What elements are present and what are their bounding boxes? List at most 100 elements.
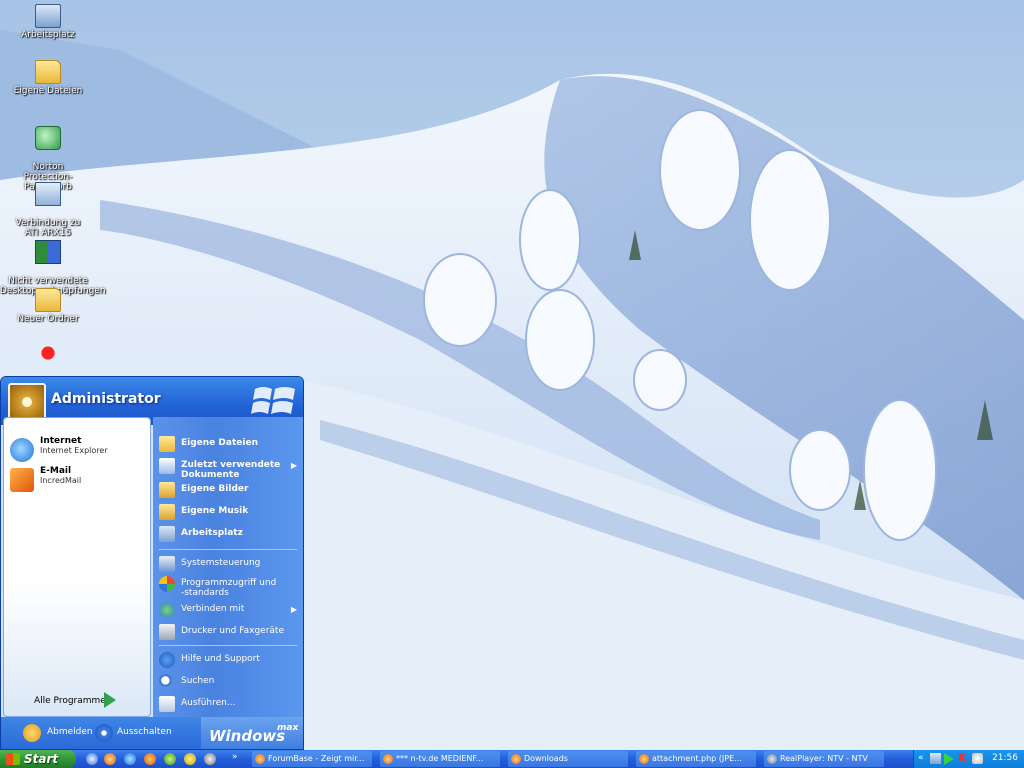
program-access-icon bbox=[159, 576, 175, 592]
start-button[interactable]: Start bbox=[0, 750, 76, 768]
start-menu-places-panel: Eigene Dateien Zuletzt verwendete Dokume… bbox=[153, 417, 303, 717]
pinned-subtitle: Internet Explorer bbox=[40, 446, 108, 455]
firefox-icon bbox=[639, 754, 649, 764]
red-splat-icon bbox=[36, 342, 60, 364]
task-label: Downloads bbox=[524, 754, 568, 763]
control-panel-icon bbox=[159, 556, 175, 572]
desktop-icon-label: Neuer Ordner bbox=[17, 314, 79, 324]
desktop-icon-label: Arbeitsplatz bbox=[21, 30, 75, 40]
user-name: Administrator bbox=[51, 391, 161, 407]
tray-k-icon[interactable]: K bbox=[958, 751, 969, 764]
taskbar: Start » ForumBase - Zeigt mir... *** n-t… bbox=[0, 750, 1024, 768]
menu-item-label: Hilfe und Support bbox=[181, 654, 260, 664]
menu-item-connect-to[interactable]: Verbinden mit ▶ bbox=[159, 601, 303, 621]
quicklaunch-overflow-chevron-icon[interactable]: » bbox=[232, 752, 238, 762]
tray-volume-icon[interactable] bbox=[972, 753, 983, 764]
menu-item-control-panel[interactable]: Systemsteuerung bbox=[159, 555, 303, 575]
quicklaunch-firefox-icon[interactable] bbox=[104, 753, 116, 765]
pinned-subtitle: IncredMail bbox=[40, 476, 82, 485]
shutdown-button[interactable]: Ausschalten bbox=[117, 727, 172, 737]
menu-item-label: Eigene Dateien bbox=[181, 438, 258, 448]
task-button-downloads[interactable]: Downloads bbox=[508, 751, 628, 767]
power-icon[interactable] bbox=[95, 724, 113, 742]
windows-flag-icon bbox=[251, 387, 295, 414]
task-label: *** n-tv.de MEDIENF... bbox=[396, 754, 484, 763]
menu-item-my-music[interactable]: Eigene Musik bbox=[159, 503, 303, 523]
task-label: attachment.php (JPE... bbox=[652, 754, 742, 763]
logoff-icon[interactable] bbox=[23, 724, 41, 742]
tray-expand-chevron-icon[interactable]: « bbox=[918, 753, 929, 764]
my-documents-icon bbox=[159, 436, 175, 452]
desktop-cleanup-icon bbox=[35, 240, 61, 264]
menu-item-label: Drucker und Faxgeräte bbox=[181, 626, 284, 636]
quicklaunch-media-icon[interactable] bbox=[184, 753, 196, 765]
tray-network-icon[interactable] bbox=[930, 753, 941, 764]
menu-item-label: Verbinden mit bbox=[181, 604, 245, 614]
quicklaunch-ie-icon[interactable] bbox=[124, 753, 136, 765]
menu-item-run[interactable]: Ausführen... bbox=[159, 695, 303, 715]
menu-item-search[interactable]: Suchen bbox=[159, 673, 303, 693]
realplayer-icon bbox=[767, 754, 777, 764]
windows-flag-icon bbox=[6, 753, 20, 765]
my-pictures-icon bbox=[159, 482, 175, 498]
menu-item-my-computer[interactable]: Arbeitsplatz bbox=[159, 525, 303, 545]
task-button-realplayer[interactable]: RealPlayer: NTV - NTV bbox=[764, 751, 884, 767]
user-avatar[interactable] bbox=[8, 383, 46, 421]
desktop-icon-my-documents[interactable]: Eigene Dateien bbox=[0, 60, 96, 96]
task-button-attachment[interactable]: attachment.php (JPE... bbox=[636, 751, 756, 767]
pinned-title: E-Mail bbox=[40, 466, 72, 476]
submenu-arrow-icon: ▶ bbox=[290, 605, 297, 614]
help-icon bbox=[159, 652, 175, 668]
all-programs-arrow-icon[interactable] bbox=[104, 692, 116, 708]
brand-suffix: max bbox=[277, 723, 299, 733]
start-label: Start bbox=[24, 752, 59, 766]
menu-item-program-access[interactable]: Programmzugriff und -standards bbox=[159, 575, 303, 599]
pinned-email[interactable]: E-Mail IncredMail bbox=[10, 466, 146, 496]
quicklaunch-explorer-icon[interactable] bbox=[86, 753, 98, 765]
tray-play-icon[interactable] bbox=[944, 753, 954, 765]
logoff-button[interactable]: Abmelden bbox=[47, 727, 93, 737]
menu-separator bbox=[159, 645, 297, 646]
menu-item-label: Arbeitsplatz bbox=[181, 528, 243, 538]
quicklaunch-app-icon[interactable] bbox=[164, 753, 176, 765]
menu-item-label: Ausführen... bbox=[181, 698, 236, 708]
recent-documents-icon bbox=[159, 458, 175, 474]
menu-item-label: Suchen bbox=[181, 676, 215, 686]
task-button-forumbase[interactable]: ForumBase - Zeigt mir... bbox=[252, 751, 372, 767]
desktop-icon-partially-hidden[interactable] bbox=[0, 342, 96, 366]
windows-brand-logo: Windows max bbox=[201, 717, 303, 749]
quicklaunch-mail-icon[interactable] bbox=[144, 753, 156, 765]
quicklaunch-tool-icon[interactable] bbox=[204, 753, 216, 765]
menu-item-my-documents[interactable]: Eigene Dateien bbox=[159, 435, 303, 455]
start-menu: Administrator Internet Internet Explorer… bbox=[0, 376, 304, 750]
task-button-ntv[interactable]: *** n-tv.de MEDIENF... bbox=[380, 751, 500, 767]
firefox-icon bbox=[255, 754, 265, 764]
clock[interactable]: 21:56 bbox=[992, 753, 1018, 763]
pinned-internet-explorer[interactable]: Internet Internet Explorer bbox=[10, 436, 146, 466]
my-computer-icon bbox=[35, 4, 61, 28]
search-icon bbox=[159, 674, 175, 690]
start-menu-footer: Abmelden Ausschalten Windows max bbox=[1, 717, 303, 749]
pinned-title: Internet bbox=[40, 436, 82, 446]
desktop-icon-new-folder[interactable]: Neuer Ordner bbox=[0, 288, 96, 324]
email-icon bbox=[10, 468, 34, 492]
desktop-icon-my-computer[interactable]: Arbeitsplatz bbox=[0, 4, 96, 40]
menu-item-my-pictures[interactable]: Eigene Bilder bbox=[159, 481, 303, 501]
recycle-bin-icon bbox=[35, 126, 61, 150]
network-shortcut-icon bbox=[35, 182, 61, 206]
my-music-icon bbox=[159, 504, 175, 520]
menu-item-label: Programmzugriff und -standards bbox=[181, 578, 277, 598]
folder-icon bbox=[35, 288, 61, 312]
firefox-icon bbox=[383, 754, 393, 764]
menu-item-printers-faxes[interactable]: Drucker und Faxgeräte bbox=[159, 623, 303, 643]
firefox-icon bbox=[511, 754, 521, 764]
my-documents-folder-icon bbox=[35, 60, 61, 84]
desktop-icon-label: Eigene Dateien bbox=[13, 86, 83, 96]
menu-item-label: Systemsteuerung bbox=[181, 558, 261, 568]
menu-item-recent-documents[interactable]: Zuletzt verwendete Dokumente ▶ bbox=[159, 457, 303, 483]
printer-icon bbox=[159, 624, 175, 640]
menu-item-help-support[interactable]: Hilfe und Support bbox=[159, 651, 303, 671]
task-label: ForumBase - Zeigt mir... bbox=[268, 754, 365, 763]
start-menu-pinned-panel: Internet Internet Explorer E-Mail Incred… bbox=[3, 417, 151, 717]
all-programs-button[interactable]: Alle Programme bbox=[34, 696, 106, 706]
